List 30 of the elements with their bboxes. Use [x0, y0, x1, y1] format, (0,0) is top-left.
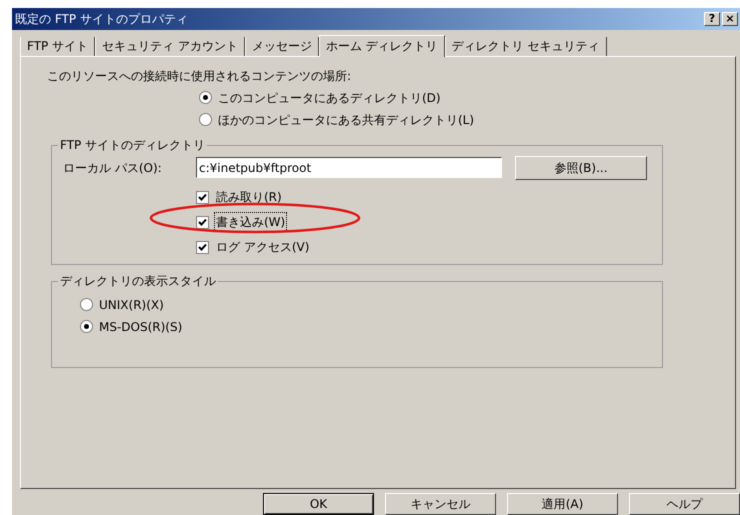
- radio-button[interactable]: [199, 91, 212, 104]
- checkbox[interactable]: [196, 190, 209, 204]
- local-path-field[interactable]: c:¥inetpub¥ftproot: [196, 157, 502, 178]
- radio-label: UNIX(R)(X): [99, 296, 164, 314]
- checkbox-label: 読み取り(R): [215, 189, 283, 206]
- radio-label: ほかのコンピュータにある共有ディレクトリ(L): [218, 112, 474, 129]
- radio-label: このコンピュータにあるディレクトリ(D): [218, 90, 441, 107]
- checkbox[interactable]: [196, 216, 209, 229]
- checkbox-label: ログ アクセス(V): [215, 239, 310, 256]
- tab[interactable]: セキュリティ アカウント: [95, 36, 245, 56]
- window-title: 既定の FTP サイトのプロパティ: [15, 10, 188, 28]
- dialog-button[interactable]: OK: [263, 493, 374, 515]
- radio-button[interactable]: [199, 113, 212, 126]
- browse-button[interactable]: 参照(B)...: [515, 156, 647, 180]
- dialog-button[interactable]: 適用(A): [507, 493, 618, 515]
- dialog-button[interactable]: キャンセル: [385, 493, 496, 515]
- group-title: ディレクトリの表示スタイル: [58, 272, 218, 289]
- tab[interactable]: FTP サイト: [20, 36, 96, 56]
- checkbox[interactable]: [196, 240, 209, 254]
- local-path-label: ローカル パス(O):: [63, 160, 163, 177]
- radio-label: MS-DOS(R)(S): [99, 318, 182, 336]
- checkbox-label: 書き込み(W): [215, 213, 286, 232]
- tab[interactable]: ディレクトリ セキュリティ: [444, 36, 607, 56]
- radio-button[interactable]: [80, 320, 93, 334]
- help-button[interactable]: ?: [704, 12, 720, 26]
- content-location-label: このリソースへの接続時に使用されるコンテンツの場所:: [47, 68, 352, 85]
- dialog-button[interactable]: ヘルプ: [629, 493, 740, 515]
- close-button[interactable]: ×: [722, 12, 738, 26]
- radio-button[interactable]: [80, 298, 93, 312]
- tab[interactable]: ホーム ディレクトリ: [318, 34, 445, 57]
